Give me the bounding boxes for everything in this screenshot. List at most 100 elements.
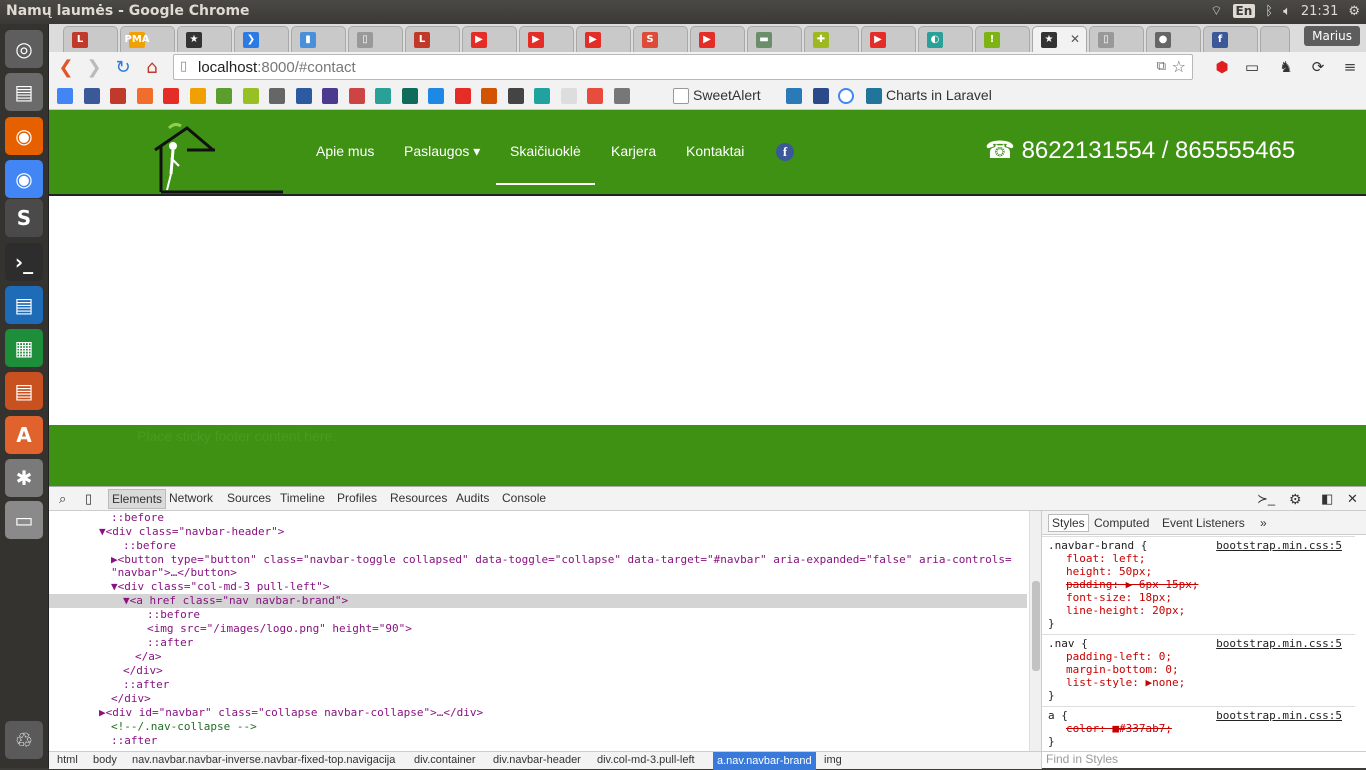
browser-tab[interactable]: ◐ xyxy=(918,26,973,52)
find-in-styles-input[interactable]: Find in Styles xyxy=(1041,751,1366,769)
dom-scrollbar[interactable] xyxy=(1029,511,1041,751)
dom-node-line[interactable]: ::before xyxy=(111,511,164,525)
browser-tab[interactable]: ★ xyxy=(177,26,232,52)
styles-tab-1[interactable]: Computed xyxy=(1094,516,1149,530)
devtools-tab-profiles[interactable]: Profiles xyxy=(337,491,377,505)
dom-node-line[interactable]: </div> xyxy=(123,664,163,678)
clock[interactable]: 21:31 xyxy=(1301,4,1338,19)
styles-tab-3[interactable]: » xyxy=(1260,516,1267,530)
dom-node-line[interactable]: <img src="/images/logo.png" height="90"> xyxy=(147,622,412,636)
inspect-search-icon[interactable]: ⌕ xyxy=(59,491,66,507)
styles-tab-0[interactable]: Styles xyxy=(1048,514,1089,532)
browser-tab[interactable]: S xyxy=(633,26,688,52)
css-property[interactable]: height: 50px; xyxy=(1066,565,1152,578)
browser-tab[interactable]: f xyxy=(1203,26,1258,52)
browser-tab[interactable]: ▶ xyxy=(690,26,745,52)
wordpress-icon[interactable] xyxy=(866,88,882,104)
sync-extension-icon[interactable]: ⟳ xyxy=(1307,56,1329,78)
launcher-terminal-icon[interactable]: ›_ xyxy=(5,243,43,281)
bookmark-icon[interactable] xyxy=(401,88,418,104)
launcher-settings-icon[interactable]: ✱ xyxy=(5,459,43,497)
devtools-tab-console[interactable]: Console xyxy=(502,491,546,505)
dom-node-line[interactable]: ::after xyxy=(147,636,193,650)
browser-tab[interactable]: ▯ xyxy=(348,26,403,52)
browser-tab[interactable]: L xyxy=(63,26,118,52)
dom-node-line[interactable]: ::after xyxy=(123,678,169,692)
bookmark-icon[interactable] xyxy=(560,88,577,104)
devtools-settings-icon[interactable]: ⚙ xyxy=(1289,491,1302,508)
devtools-tab-resources[interactable]: Resources xyxy=(390,491,447,505)
devtools-tab-elements[interactable]: Elements xyxy=(108,489,167,509)
dom-node-line[interactable]: ▼<a href class="nav navbar-brand"> xyxy=(123,594,348,608)
bookmark-icon[interactable] xyxy=(110,88,126,104)
keyboard-layout-indicator[interactable]: En xyxy=(1232,4,1256,18)
bookmark-icon[interactable] xyxy=(587,88,603,104)
browser-tab[interactable]: ▶ xyxy=(519,26,574,52)
dom-node-line[interactable]: ::before xyxy=(147,608,200,622)
dom-node-line[interactable]: ▼<div class="navbar-header"> xyxy=(99,525,284,539)
devtools-tab-audits[interactable]: Audits xyxy=(456,491,489,505)
browser-tab[interactable]: ▯ xyxy=(1089,26,1144,52)
bookmark-icon[interactable] xyxy=(454,88,471,104)
nav-link-3[interactable]: Karjera xyxy=(611,143,656,159)
bookmark-icon[interactable] xyxy=(57,88,73,104)
bookmark-star-icon[interactable]: ☆ xyxy=(1172,57,1186,76)
nav-link-0[interactable]: Apie mus xyxy=(316,143,374,159)
css-property[interactable]: color: ■#337ab7; xyxy=(1066,722,1172,735)
dom-node-line[interactable]: "navbar">…</button> xyxy=(111,566,237,580)
bookmark-icon[interactable] xyxy=(613,88,630,104)
launcher-trash-icon[interactable]: ♲ xyxy=(5,721,43,759)
wifi-icon[interactable]: ⌔ xyxy=(1210,3,1222,19)
bookmark-icon[interactable] xyxy=(428,88,444,104)
bookmark-icon[interactable] xyxy=(813,88,829,104)
launcher-dash-icon[interactable]: ◎ xyxy=(5,30,43,68)
menu-icon[interactable]: ≡ xyxy=(1339,56,1361,78)
css-selector[interactable]: .nav {bootstrap.min.css:5 xyxy=(1048,637,1348,650)
css-property[interactable]: padding: ▶ 6px 15px; xyxy=(1066,578,1198,591)
scrollbar-thumb[interactable] xyxy=(1032,581,1040,671)
adblock-icon[interactable]: ⬢ xyxy=(1211,56,1233,78)
devtools-tab-network[interactable]: Network xyxy=(169,491,213,505)
bookmark-icon[interactable] xyxy=(786,88,802,104)
nav-link-4[interactable]: Kontaktai xyxy=(686,143,744,159)
browser-tab[interactable]: ▮ xyxy=(291,26,346,52)
browser-tab[interactable]: ● xyxy=(1146,26,1201,52)
bluetooth-icon[interactable]: ᛒ xyxy=(1265,4,1273,19)
css-property[interactable]: float: left; xyxy=(1066,552,1145,565)
browser-tab[interactable]: ▶ xyxy=(462,26,517,52)
browser-tab[interactable]: ! xyxy=(975,26,1030,52)
launcher-drive-icon[interactable]: ▭ xyxy=(5,501,43,539)
devtools-tab-timeline[interactable]: Timeline xyxy=(280,491,325,505)
volume-icon[interactable]: 🔈︎ xyxy=(1283,4,1291,19)
bookmark-icon[interactable] xyxy=(83,88,100,104)
bookmark-sweetalert[interactable]: SweetAlert xyxy=(693,87,761,103)
bookmark-icon[interactable] xyxy=(481,88,497,104)
css-source-link[interactable]: bootstrap.min.css:5 xyxy=(1216,709,1342,722)
bookmark-icon[interactable] xyxy=(375,88,391,104)
dom-node-line[interactable]: ::after xyxy=(111,734,157,748)
bookmark-icon[interactable] xyxy=(163,88,179,104)
bookmark-icon[interactable] xyxy=(189,88,206,104)
bookmark-icon[interactable] xyxy=(838,88,854,104)
css-selector[interactable]: .navbar-brand {bootstrap.min.css:5 xyxy=(1048,539,1348,552)
dom-node-line[interactable]: </div> xyxy=(111,692,151,706)
facebook-icon[interactable]: f xyxy=(776,143,794,161)
home-icon[interactable]: ⌂ xyxy=(141,56,163,78)
close-tab-icon[interactable]: ✕ xyxy=(1070,32,1080,46)
address-bar[interactable]: ▯ localhost:8000/#contact ⧉ ☆ xyxy=(173,54,1193,80)
translate-icon[interactable]: ⧉ xyxy=(1157,59,1166,74)
dom-node-line[interactable]: ▶<button type="button" class="navbar-tog… xyxy=(111,553,1012,567)
browser-tab[interactable]: ▬ xyxy=(747,26,802,52)
dom-node-line[interactable]: <!--/.nav-collapse --> xyxy=(111,720,257,734)
house-logo[interactable] xyxy=(141,122,283,194)
close-devtools-icon[interactable]: ✕ xyxy=(1347,491,1358,507)
bookmark-icon[interactable] xyxy=(322,88,338,104)
bookmark-icon[interactable] xyxy=(136,88,153,104)
browser-tab[interactable]: ❯ xyxy=(234,26,289,52)
css-source-link[interactable]: bootstrap.min.css:5 xyxy=(1216,637,1342,650)
back-arrow-icon[interactable]: ❮ xyxy=(55,56,77,78)
extension-icon[interactable]: ♞ xyxy=(1275,56,1297,78)
browser-tab[interactable]: ▶ xyxy=(576,26,631,52)
profile-button[interactable]: Marius xyxy=(1304,26,1360,46)
bookmark-icon[interactable] xyxy=(295,88,312,104)
